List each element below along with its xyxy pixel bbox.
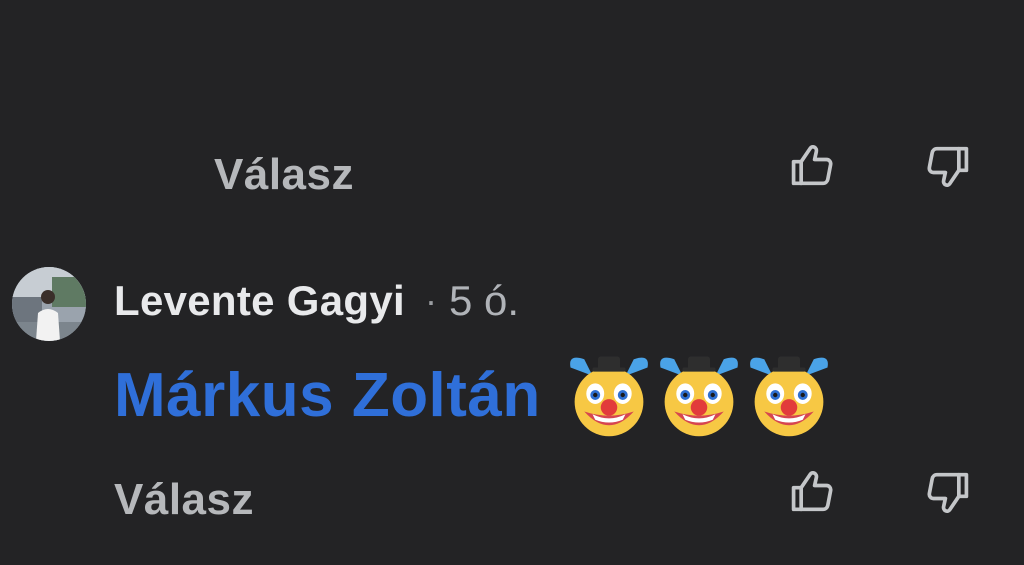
comment-body: Márkus Zoltán [114, 350, 835, 440]
thumbs-down-icon[interactable] [922, 140, 974, 192]
clown-face-emoji [745, 351, 833, 439]
separator-dot: · [425, 280, 438, 321]
comments-thread: Válasz Levente Gagyi · 5 ó. Márkus Zoltá… [0, 0, 1024, 565]
thumbs-down-icon[interactable] [922, 466, 974, 518]
clown-face-emoji [655, 351, 743, 439]
emoji-group [565, 351, 835, 439]
avatar[interactable] [12, 267, 86, 341]
clown-face-emoji [565, 351, 653, 439]
thumbs-up-icon[interactable] [786, 140, 838, 192]
reply-button[interactable]: Válasz [114, 478, 254, 522]
thumbs-up-icon[interactable] [786, 466, 838, 518]
comment-header: Levente Gagyi · 5 ó. [114, 276, 519, 326]
author-name[interactable]: Levente Gagyi [114, 277, 405, 325]
mention-link[interactable]: Márkus Zoltán [114, 360, 541, 431]
reply-button[interactable]: Válasz [214, 153, 354, 197]
timestamp[interactable]: 5 ó. [449, 277, 519, 325]
